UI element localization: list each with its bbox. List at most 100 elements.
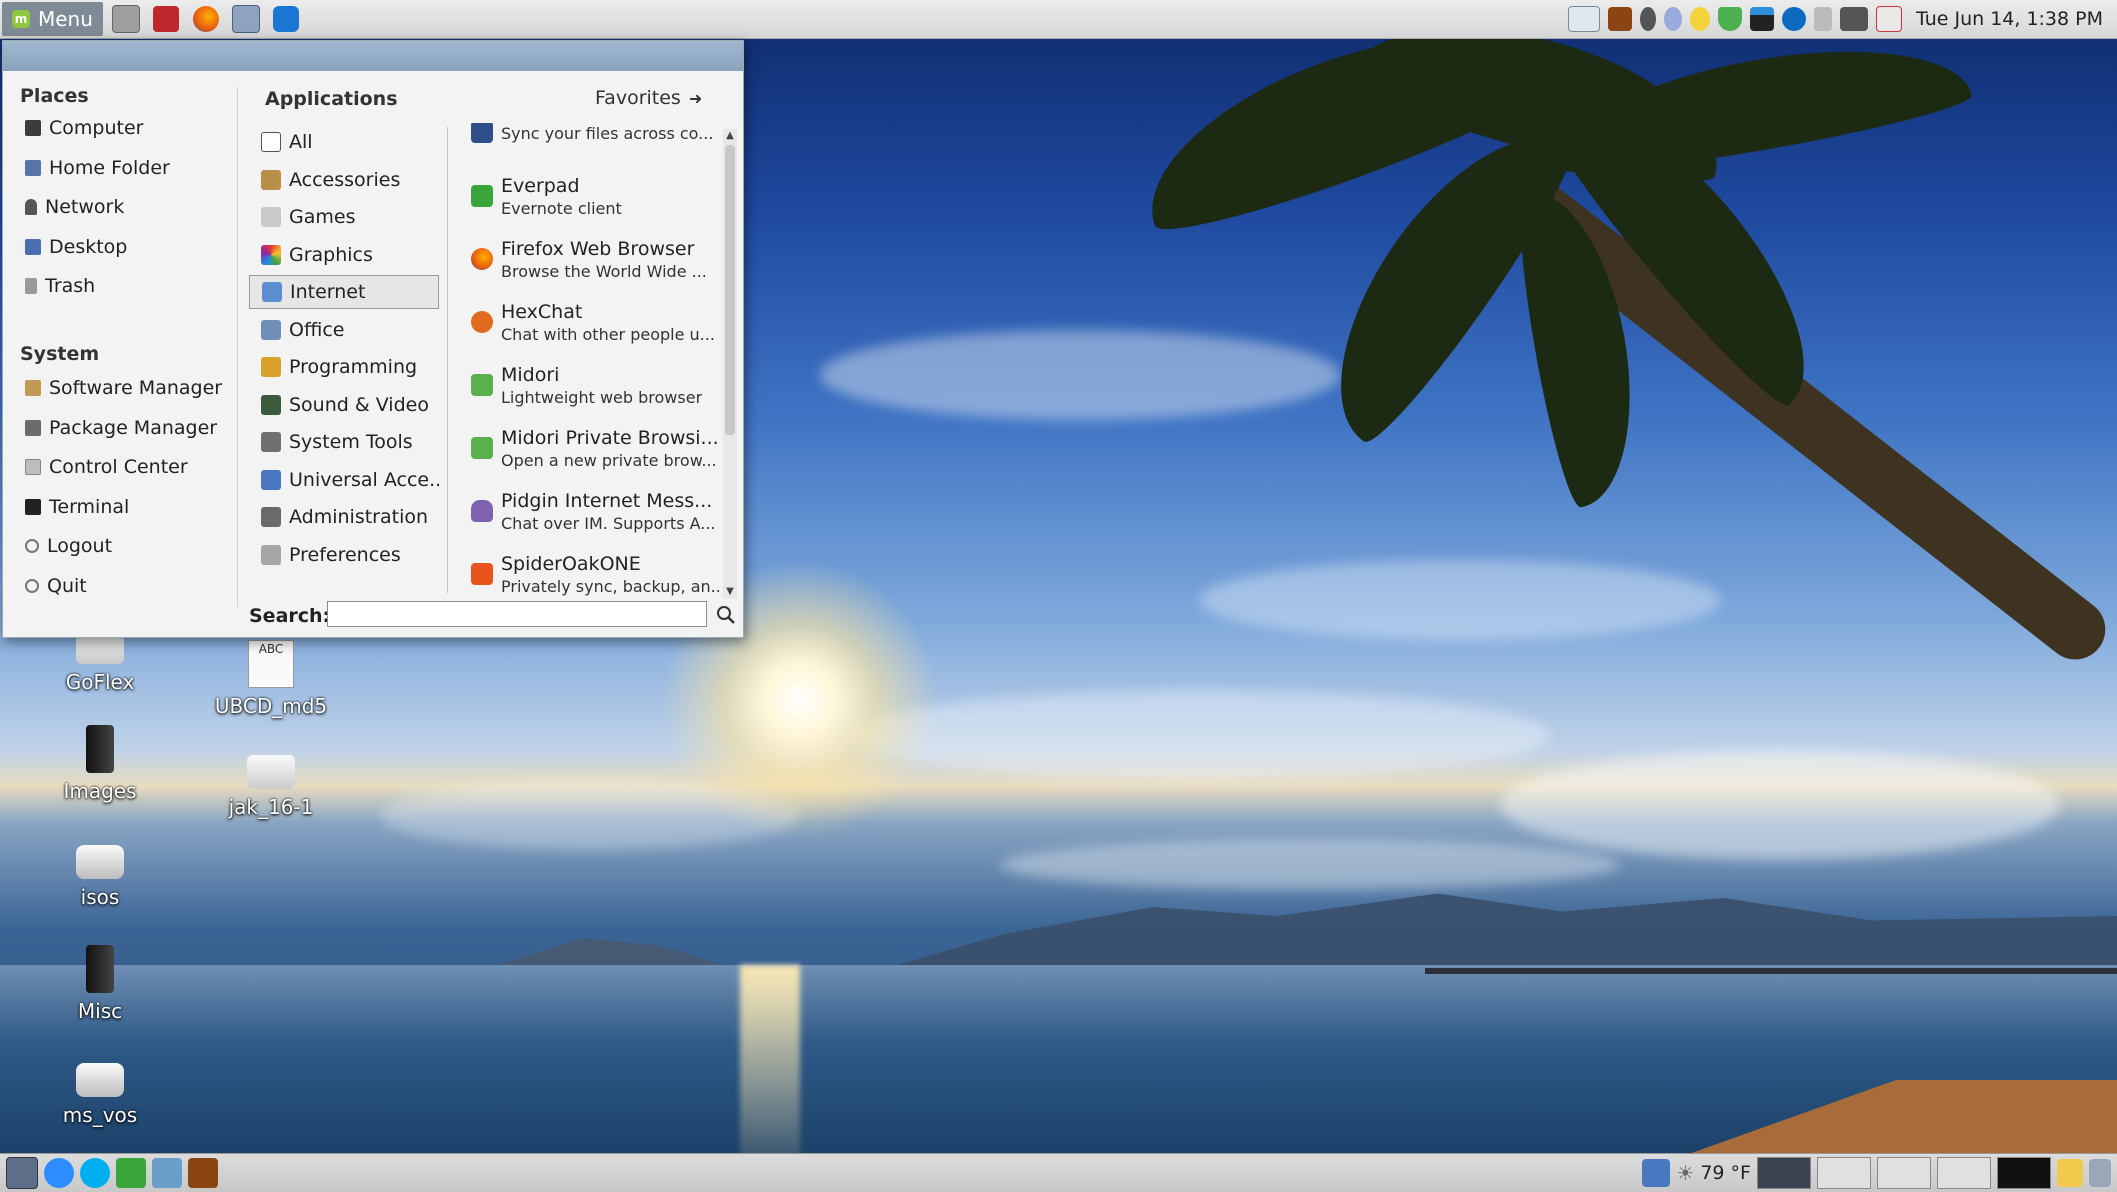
system-software-manager[interactable]: Software Manager — [25, 371, 222, 405]
administration-icon — [261, 507, 281, 527]
category-accessories[interactable]: Accessories — [249, 163, 439, 197]
place-network[interactable]: Network — [25, 190, 124, 224]
scroll-up-icon[interactable]: ▲ — [723, 129, 737, 143]
workspace-5[interactable] — [1997, 1157, 2051, 1189]
app-midori-private[interactable]: Midori Private Browsi... Open a new priv… — [471, 417, 719, 479]
search-icon[interactable] — [715, 604, 737, 626]
pen-icon[interactable] — [1839, 7, 1868, 31]
file-manager-icon[interactable] — [2057, 1159, 2083, 1187]
volume-icon[interactable] — [1813, 7, 1832, 31]
favorites-button[interactable]: Favorites ➜ — [595, 87, 702, 109]
workspace-2[interactable] — [1817, 1157, 1871, 1189]
system-label: Quit — [47, 575, 87, 597]
show-desktop-launcher[interactable] — [109, 2, 143, 36]
control-center-icon — [25, 459, 41, 475]
weather-icon[interactable] — [1875, 6, 1902, 32]
category-games[interactable]: Games — [249, 200, 439, 234]
zoom-icon[interactable] — [44, 1158, 74, 1188]
system-terminal[interactable]: Terminal — [25, 490, 129, 524]
hp-icon[interactable] — [1781, 7, 1806, 31]
app-icon[interactable] — [188, 1158, 218, 1188]
desktop-icon-goflex[interactable]: GoFlex — [30, 630, 170, 694]
workspace-3[interactable] — [1877, 1157, 1931, 1189]
app-list-scrollbar[interactable]: ▲ ▼ — [723, 129, 737, 599]
app-midori[interactable]: Midori Lightweight web browser — [471, 354, 719, 416]
show-desktop-icon[interactable] — [6, 1157, 38, 1189]
skype-icon[interactable] — [80, 1158, 110, 1188]
category-internet[interactable]: Internet — [249, 275, 439, 309]
app-pidgin[interactable]: Pidgin Internet Mess... Chat over IM. Su… — [471, 480, 719, 542]
scroll-thumb[interactable] — [725, 145, 735, 435]
app-everpad[interactable]: Everpad Evernote client — [471, 165, 719, 227]
scroll-down-icon[interactable]: ▼ — [723, 585, 737, 599]
menu-button[interactable]: m Menu — [2, 2, 103, 36]
category-preferences[interactable]: Preferences — [249, 538, 439, 572]
network-icon[interactable] — [1567, 6, 1600, 32]
editor-icon[interactable] — [152, 1158, 182, 1188]
category-sound-video[interactable]: Sound & Video — [249, 388, 439, 422]
system-logout[interactable]: Logout — [25, 529, 112, 563]
email-launcher[interactable] — [229, 2, 263, 36]
notes-icon[interactable] — [1689, 7, 1710, 31]
app-name: Firefox Web Browser — [501, 237, 695, 260]
firefox-launcher[interactable] — [189, 2, 223, 36]
shield-icon[interactable] — [1717, 7, 1742, 31]
system-tray: Tue Jun 14, 1:38 PM — [1567, 0, 2117, 38]
monitor-icon[interactable] — [1749, 7, 1774, 31]
system-label: Terminal — [49, 496, 130, 518]
browser-icon[interactable] — [1642, 1159, 1671, 1187]
gnome-icon[interactable] — [1663, 7, 1682, 31]
hexchat-icon — [471, 311, 493, 333]
software-manager-icon — [25, 380, 41, 396]
workspace-4[interactable] — [1937, 1157, 1991, 1189]
everpad-icon[interactable] — [116, 1158, 146, 1188]
weather-temperature[interactable]: 79 °F — [1700, 1162, 1751, 1184]
desktop-icon-ms-vos[interactable]: ms_vos — [30, 1063, 170, 1127]
system-label: Package Manager — [49, 417, 218, 439]
desktop-icon-images[interactable]: Images — [30, 725, 170, 803]
place-computer[interactable]: Computer — [25, 111, 143, 145]
usb-drive-icon — [247, 755, 295, 789]
place-trash[interactable]: Trash — [25, 269, 95, 303]
teamviewer-launcher[interactable] — [269, 2, 303, 36]
app-description: Sync your files across co... — [501, 123, 714, 143]
category-system-tools[interactable]: System Tools — [249, 425, 439, 459]
category-administration[interactable]: Administration — [249, 500, 439, 534]
category-programming[interactable]: Programming — [249, 350, 439, 384]
place-label: Trash — [45, 275, 96, 297]
category-graphics[interactable]: Graphics — [249, 238, 439, 272]
clock[interactable]: Tue Jun 14, 1:38 PM — [1916, 8, 2103, 30]
system-package-manager[interactable]: Package Manager — [25, 411, 217, 445]
app-hexchat[interactable]: HexChat Chat with other people u... — [471, 291, 719, 353]
search-input[interactable] — [327, 601, 707, 627]
desktop-icon-label: UBCD_md5 — [214, 694, 328, 718]
accessories-icon — [261, 170, 281, 190]
category-office[interactable]: Office — [249, 313, 439, 347]
app-firefox[interactable]: Firefox Web Browser Browse the World Wid… — [471, 228, 719, 290]
category-all[interactable]: All — [249, 125, 439, 159]
app-spideroak[interactable]: SpiderOakONE Privately sync, backup, an.… — [471, 543, 719, 597]
app-dropbox[interactable]: Sync your files across co... — [471, 123, 719, 163]
system-control-center[interactable]: Control Center — [25, 450, 188, 484]
place-desktop[interactable]: Desktop — [25, 230, 127, 264]
desktop-icon-isos[interactable]: isos — [30, 845, 170, 909]
desktop-icon-jak-16-1[interactable]: jak_16-1 — [201, 755, 341, 819]
system-quit[interactable]: Quit — [25, 569, 87, 603]
category-label: Internet — [290, 281, 366, 303]
screenshot-icon[interactable] — [1607, 7, 1632, 31]
file-manager-launcher[interactable] — [149, 2, 183, 36]
dropbox-icon — [471, 123, 493, 143]
desktop-icon-misc[interactable]: Misc — [30, 945, 170, 1023]
desktop-icon-ubcd-md5[interactable]: ABC UBCD_md5 — [201, 640, 341, 718]
all-icon — [261, 132, 281, 152]
mint-logo-icon: m — [12, 10, 30, 28]
trash-icon[interactable] — [2089, 1159, 2111, 1187]
programming-icon — [261, 357, 281, 377]
place-home-folder[interactable]: Home Folder — [25, 151, 170, 185]
category-universal-access[interactable]: Universal Acce... — [249, 463, 439, 497]
arrow-right-icon: ➜ — [688, 88, 703, 108]
desktop-icon-label: Images — [63, 779, 137, 803]
midori-private-icon — [471, 437, 493, 459]
sync-icon[interactable] — [1639, 7, 1656, 31]
workspace-1[interactable] — [1757, 1157, 1811, 1189]
